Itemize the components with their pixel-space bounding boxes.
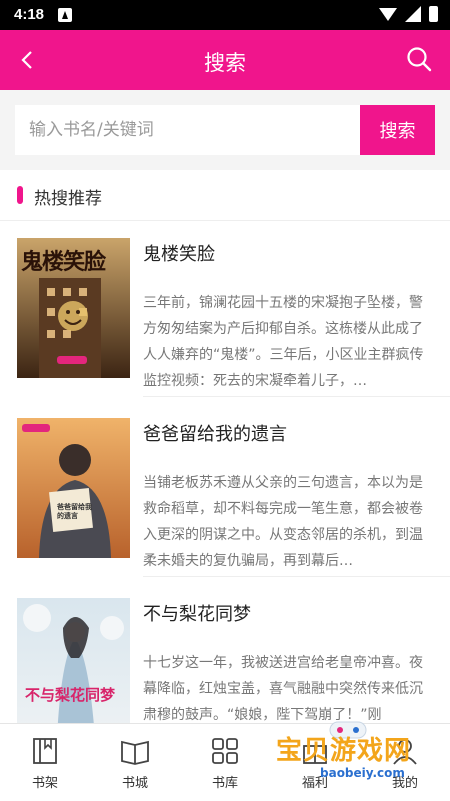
book-item[interactable]: 爸爸留给我的遗言 爸爸留给我的遗言 当铺老板苏禾遵从父亲的三句遗言，本以为是救命… <box>0 400 450 577</box>
book-description: 当铺老板苏禾遵从父亲的三句遗言，本以为是救命稻草，却不料每完成一笔生意，都会被卷… <box>143 475 423 569</box>
cover-art-father <box>17 418 130 558</box>
cell-signal-icon <box>405 6 421 22</box>
tab-bookstore[interactable]: 书城 <box>90 724 180 801</box>
page-title: 搜索 <box>204 51 246 75</box>
tab-label: 书库 <box>211 776 238 791</box>
open-book-icon <box>121 740 149 765</box>
divider <box>143 396 450 397</box>
hot-search-section-header: 热搜推荐 <box>0 170 450 221</box>
book-cover[interactable]: 不与梨花同梦 <box>17 598 130 738</box>
cover-title: 鬼楼笑脸 <box>21 249 106 275</box>
search-icon[interactable] <box>406 46 432 72</box>
book-item[interactable]: 不与梨花同梦 不与梨花同梦 十七岁这一年，我被送进宫给老皇帝冲喜。夜幕降临，红烛… <box>0 580 450 740</box>
section-title: 热搜推荐 <box>34 189 102 209</box>
book-description: 三年前，锦澜花园十五楼的宋凝抱子坠楼，警方匆匆结案为产后抑郁自杀。这栋楼从此成了… <box>143 295 424 389</box>
cover-title: 爸爸留给我的遗言 <box>57 502 92 520</box>
search-bar: 搜索 <box>0 90 450 170</box>
tab-label: 书城 <box>121 776 148 791</box>
search-button[interactable]: 搜索 <box>360 105 435 155</box>
cover-art-lady <box>17 598 130 738</box>
watermark: 宝贝游戏网 baobeiy.com <box>268 721 448 790</box>
tab-bookshelf[interactable]: 书架 <box>0 724 90 801</box>
book-title[interactable]: 爸爸留给我的遗言 <box>143 420 287 446</box>
status-time: 4:18 <box>14 6 45 23</box>
bookshelf-icon <box>33 738 57 764</box>
status-bar: 4:18 <box>0 0 450 30</box>
watermark-url: baobeiy.com <box>320 766 405 780</box>
tab-label: 书架 <box>31 776 58 791</box>
divider <box>143 576 450 577</box>
book-cover[interactable]: 鬼楼笑脸 <box>17 238 130 378</box>
app-header: 搜索 <box>0 30 450 90</box>
battery-icon <box>429 6 438 22</box>
book-item[interactable]: 鬼楼笑脸 鬼楼笑脸 三年前，锦澜花园十五楼的宋凝抱子坠楼，警方匆匆结案为产后抑郁… <box>0 220 450 397</box>
watermark-title: 宝贝游戏网 <box>276 736 412 766</box>
book-cover[interactable]: 爸爸留给我的遗言 <box>17 418 130 558</box>
notification-icon <box>58 8 72 22</box>
grid-icon <box>212 738 238 764</box>
book-title[interactable]: 不与梨花同梦 <box>143 600 251 626</box>
wifi-icon <box>379 6 397 22</box>
search-input[interactable] <box>15 105 360 155</box>
cover-title: 不与梨花同梦 <box>25 686 116 704</box>
status-icons <box>379 6 438 22</box>
book-title[interactable]: 鬼楼笑脸 <box>143 240 215 266</box>
tab-library[interactable]: 书库 <box>180 724 270 801</box>
section-accent-bar <box>17 186 23 204</box>
